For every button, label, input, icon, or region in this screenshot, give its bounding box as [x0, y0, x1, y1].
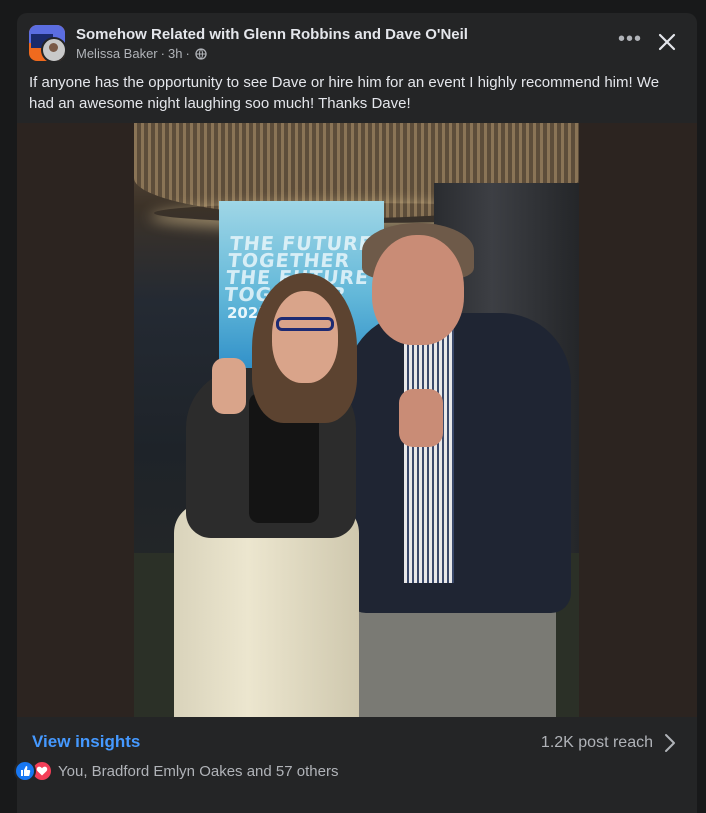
photo-man-shirt	[404, 328, 454, 583]
meta-separator: ·	[185, 46, 190, 61]
post-meta: Melissa Baker · 3h ·	[76, 46, 207, 61]
group-avatar[interactable]	[29, 25, 65, 61]
author-avatar	[41, 37, 65, 61]
photo-woman-face	[272, 291, 338, 383]
post-card: Somehow Related with Glenn Robbins and D…	[17, 13, 697, 813]
photo-man-jacket	[346, 313, 571, 613]
photo-woman-hand	[212, 358, 246, 414]
photo-screen-year: 2025	[227, 304, 269, 322]
close-button[interactable]	[655, 30, 679, 54]
photo-woman-glasses	[276, 317, 334, 331]
globe-icon	[195, 47, 207, 60]
post-header: Somehow Related with Glenn Robbins and D…	[17, 13, 697, 113]
photo-man-head	[372, 235, 464, 345]
meta-separator: ·	[160, 46, 165, 61]
author-name-link[interactable]: Melissa Baker	[76, 46, 158, 61]
reactions-summary[interactable]: You, Bradford Emlyn Oakes and 57 others	[14, 760, 338, 782]
close-icon	[658, 33, 676, 51]
reactions-text[interactable]: You, Bradford Emlyn Oakes and 57 others	[58, 763, 338, 780]
post-reach: 1.2K post reach	[540, 734, 653, 751]
photo-man-thumb	[399, 389, 443, 447]
view-insights-link[interactable]: View insights	[32, 732, 140, 752]
more-options-button[interactable]: •••	[617, 29, 643, 55]
post-photo[interactable]: THE FUTURE TOGETHER THE FUTURE TOGETHER …	[134, 123, 579, 717]
chevron-right-icon[interactable]	[663, 733, 677, 753]
post-time[interactable]: 3h	[168, 46, 182, 61]
like-icon	[14, 760, 36, 782]
post-media[interactable]: THE FUTURE TOGETHER THE FUTURE TOGETHER …	[17, 123, 697, 717]
group-name-link[interactable]: Somehow Related with Glenn Robbins and D…	[76, 26, 468, 43]
post-text: If anyone has the opportunity to see Dav…	[29, 74, 660, 112]
